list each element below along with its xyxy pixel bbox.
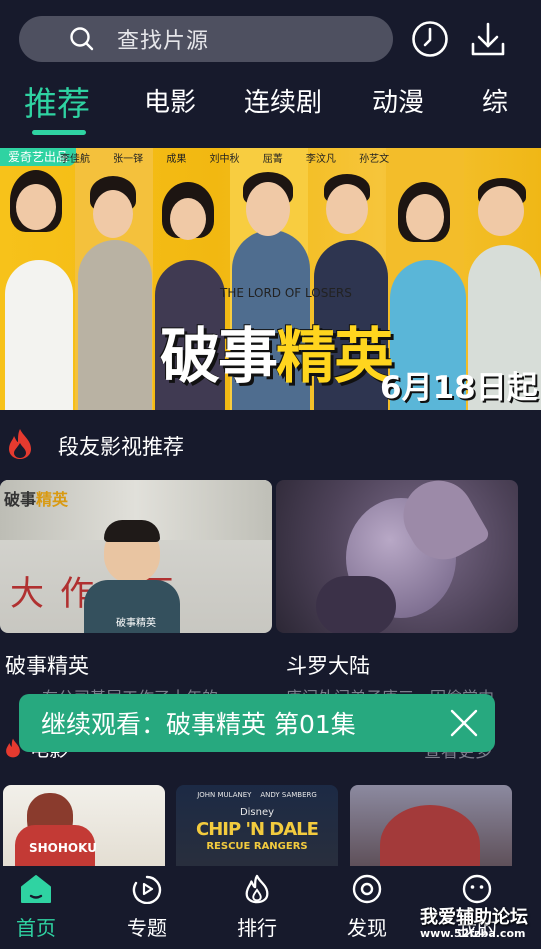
watermark-url: www.52fzba.com [420,927,526,940]
continue-watch-toast[interactable]: 继续观看：破事精英 第01集 [19,694,495,752]
video-card-2-title[interactable]: 斗罗大陆 [286,650,370,680]
history-button[interactable] [410,19,450,59]
tab-anime[interactable]: 动漫 [372,82,424,119]
discover-icon [352,874,382,904]
poster-caption: 破事精英 [116,618,156,629]
nav-topic-label: 专题 [127,916,167,940]
movie-poster-2[interactable]: JOHN MULANEY ANDY SAMBERG Disney CHIP 'N… [176,785,338,875]
video-card-1-title[interactable]: 破事精英 [5,650,89,680]
nav-discover-label: 发现 [347,916,387,940]
movie-poster-2-subtitle: RESCUE RANGERS [206,841,308,852]
tab-recommend[interactable]: 推荐 [24,77,90,125]
history-clock-icon [412,21,448,57]
flame-icon [9,429,31,459]
nav-topic[interactable]: 专题 [112,874,182,941]
search-bar[interactable]: 查找片源 [19,16,393,62]
video-card-1-poster[interactable]: 破事精英 大 作 区 破事精英 [0,480,272,633]
section-title-recommend: 段友影视推荐 [58,435,184,459]
nav-discover[interactable]: 发现 [332,874,402,941]
tab-active-indicator [32,130,86,135]
banner-cast: 李佳航 张一铎 成果 刘中秋 屈菁 李汶凡 孙艺文 [60,154,390,165]
tab-series[interactable]: 连续剧 [244,82,322,119]
movie-poster-2-title: CHIP 'N DALE [196,819,319,840]
search-placeholder: 查找片源 [117,29,210,54]
banner-date: 6月18日起 [380,370,538,406]
watermark-text: 我爱辅助论坛 [420,907,528,928]
nav-home-label: 首页 [16,916,56,940]
close-icon[interactable] [449,708,479,738]
nav-home[interactable]: 首页 [1,874,71,941]
nav-rank-label: 排行 [237,916,277,940]
rank-flame-icon [245,874,269,904]
download-button[interactable] [468,19,508,59]
category-tabs: 推荐 电影 连续剧 动漫 综 [0,74,541,135]
home-icon [21,875,51,903]
topic-play-icon [132,875,162,905]
continue-watch-text: 继续观看：破事精英 第01集 [41,710,356,739]
profile-icon [462,874,492,904]
movie-poster-3[interactable] [350,785,512,875]
movie-poster-2-credits: JOHN MULANEY ANDY SAMBERG [197,791,317,799]
banner-subtitle: THE LORD OF LOSERS [220,286,352,300]
tab-variety[interactable]: 综 [482,82,508,119]
search-icon [70,27,94,51]
nav-rank[interactable]: 排行 [222,874,292,941]
banner-title-part1: 破事 [160,322,278,392]
banner-title: 破事精英 [160,308,394,395]
tab-movie[interactable]: 电影 [144,82,196,119]
download-icon [471,22,505,56]
movie-poster-1[interactable]: SHOHOKU [3,785,165,875]
banner-title-part2: 精英 [276,322,394,392]
video-card-2-poster[interactable] [276,480,518,633]
